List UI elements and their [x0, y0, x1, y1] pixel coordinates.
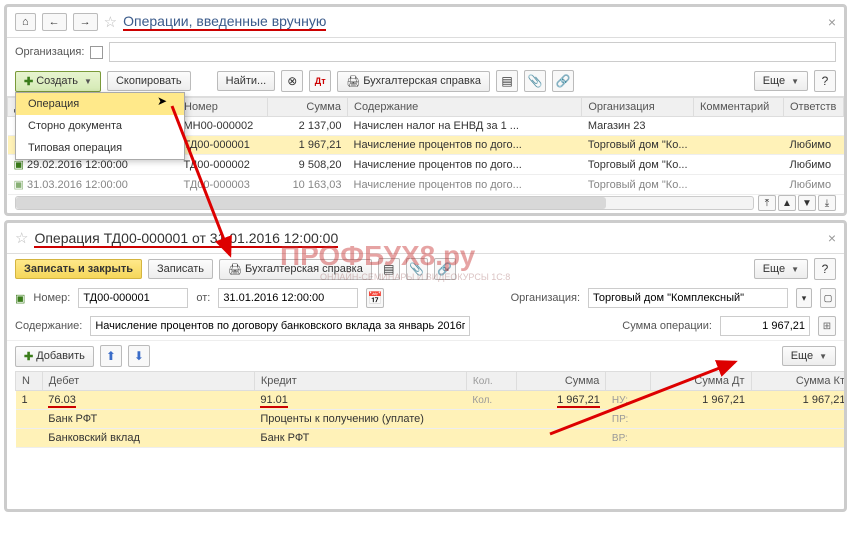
calendar-icon[interactable]: 📅 — [366, 288, 384, 308]
content-label: Содержание: — [15, 320, 82, 332]
favorite-star-icon[interactable]: ☆ — [15, 229, 28, 247]
close-button[interactable]: × — [828, 14, 836, 30]
back-button[interactable]: ← — [42, 13, 67, 31]
more-button[interactable]: Еще▼ — [754, 259, 808, 279]
detail-title: Операция ТД00-000001 от 31.01.2016 12:00… — [34, 230, 338, 246]
number-field[interactable] — [78, 288, 188, 308]
col-comment[interactable]: Комментарий — [694, 98, 784, 117]
forward-button[interactable]: → — [73, 13, 98, 31]
col-sum-dt[interactable]: Сумма Дт — [651, 372, 751, 391]
top-header-bar: ⌂ ← → ☆ Операции, введенные вручную × — [7, 7, 844, 38]
col-content[interactable]: Содержание — [348, 98, 582, 117]
col-sum-kt[interactable]: Сумма Кт — [751, 372, 847, 391]
attach-icon[interactable]: 📎 — [524, 70, 546, 92]
help-button[interactable]: ? — [814, 70, 836, 92]
menu-item-storno[interactable]: Сторно документа — [16, 115, 184, 137]
more-button[interactable]: Еще▼ — [754, 71, 808, 91]
posting-row[interactable]: Банковский вклад Банк РФТ ВР: — [16, 429, 848, 448]
sum-label: Сумма операции: — [622, 320, 712, 332]
org-select-icon[interactable]: ▾ — [796, 288, 812, 308]
posting-row[interactable]: Банк РФТ Проценты к получению (уплате) П… — [16, 410, 848, 429]
save-button[interactable]: Записать — [148, 259, 213, 279]
postings-table: N Дебет Кредит Кол. Сумма Сумма Дт Сумма… — [15, 371, 847, 448]
menu-item-typical[interactable]: Типовая операция — [16, 137, 184, 159]
close-button[interactable]: × — [828, 230, 836, 246]
copy-button[interactable]: Скопировать — [107, 71, 191, 91]
col-org[interactable]: Организация — [582, 98, 694, 117]
save-close-button[interactable]: Записать и закрыть — [15, 259, 142, 279]
attach-icon[interactable]: 📎 — [406, 258, 428, 280]
nav-last[interactable]: ⤓ — [818, 195, 836, 211]
col-credit[interactable]: Кредит — [254, 372, 466, 391]
nav-down[interactable]: ▼ — [798, 195, 816, 211]
calculator-icon[interactable]: ⊞ — [818, 316, 836, 336]
more-button[interactable]: Еще▼ — [782, 346, 836, 366]
operation-detail-panel: ☆ Операция ТД00-000001 от 31.01.2016 12:… — [4, 220, 847, 512]
sum-field[interactable] — [720, 316, 810, 336]
create-button[interactable]: ✚Создать▼ — [15, 71, 101, 92]
posting-row[interactable]: 1 76.03 91.01 Кол. 1 967,21 НУ: 1 967,21… — [16, 391, 848, 410]
favorite-star-icon[interactable]: ☆ — [104, 13, 117, 31]
org-filter-input[interactable] — [109, 42, 836, 62]
report-icon[interactable]: ▤ — [496, 70, 518, 92]
report-icon[interactable]: ▤ — [378, 258, 400, 280]
col-sum[interactable]: Сумма — [268, 98, 348, 117]
org-filter-label: Организация: — [15, 46, 84, 58]
col-n[interactable]: N — [16, 372, 43, 391]
accounting-ref-button[interactable]: 🖨 Бухгалтерская справка — [337, 71, 490, 92]
col-resp[interactable]: Ответств — [784, 98, 844, 117]
home-button[interactable]: ⌂ — [15, 13, 36, 31]
org-field[interactable] — [588, 288, 788, 308]
add-row-button[interactable]: ✚ Добавить — [15, 346, 94, 367]
move-down-icon[interactable]: ⬇ — [128, 345, 150, 367]
col-qty[interactable]: Кол. — [466, 372, 516, 391]
accounting-ref-button[interactable]: 🖨 Бухгалтерская справка — [219, 259, 372, 280]
help-button[interactable]: ? — [814, 258, 836, 280]
col-number[interactable]: Номер — [178, 98, 268, 117]
operations-list-panel: ⌂ ← → ☆ Операции, введенные вручную × Ор… — [4, 4, 847, 216]
link-icon[interactable]: 🔗 — [552, 70, 574, 92]
nav-up[interactable]: ▲ — [778, 195, 796, 211]
content-field[interactable] — [90, 316, 470, 336]
col-sum[interactable]: Сумма — [517, 372, 606, 391]
org-open-icon[interactable]: ▢ — [820, 288, 836, 308]
find-button[interactable]: Найти... — [217, 71, 276, 91]
org-label: Организация: — [511, 292, 580, 304]
h-scrollbar[interactable] — [15, 196, 754, 210]
page-title: Операции, введенные вручную — [123, 13, 326, 31]
date-field[interactable] — [218, 288, 358, 308]
number-label: Номер: — [33, 292, 70, 304]
move-up-icon[interactable]: ⬆ — [100, 345, 122, 367]
cursor-icon: ➤ — [157, 94, 167, 108]
dt-kt-icon[interactable]: Дт — [309, 70, 331, 92]
nav-first[interactable]: ⤒ — [758, 195, 776, 211]
link-icon[interactable]: 🔗 — [434, 258, 456, 280]
col-debit[interactable]: Дебет — [42, 372, 254, 391]
clear-search-button[interactable]: ⊗ — [281, 70, 303, 92]
org-filter-checkbox[interactable] — [90, 46, 103, 59]
date-label: от: — [196, 292, 210, 304]
table-row[interactable]: ▣ 31.03.2016 12:00:00ТД00-00000310 163,0… — [8, 175, 844, 195]
detail-header-bar: ☆ Операция ТД00-000001 от 31.01.2016 12:… — [7, 223, 844, 254]
